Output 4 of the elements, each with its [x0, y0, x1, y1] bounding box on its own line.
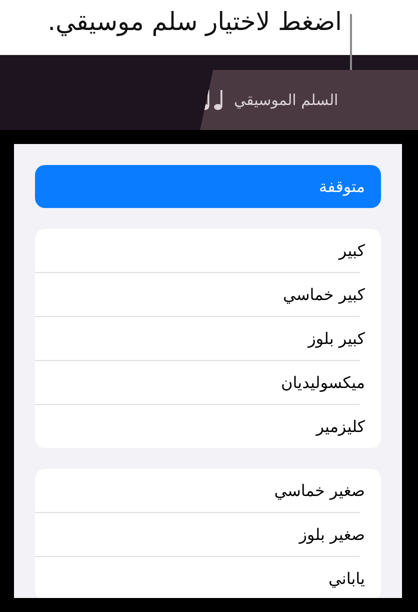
leader-line	[350, 14, 352, 70]
scale-option[interactable]: متوقفة	[35, 165, 381, 208]
scale-tab[interactable]: السلم الموسيقي	[200, 70, 418, 130]
callout-text: اضغط لاختيار سلم موسيقي.	[48, 6, 342, 38]
